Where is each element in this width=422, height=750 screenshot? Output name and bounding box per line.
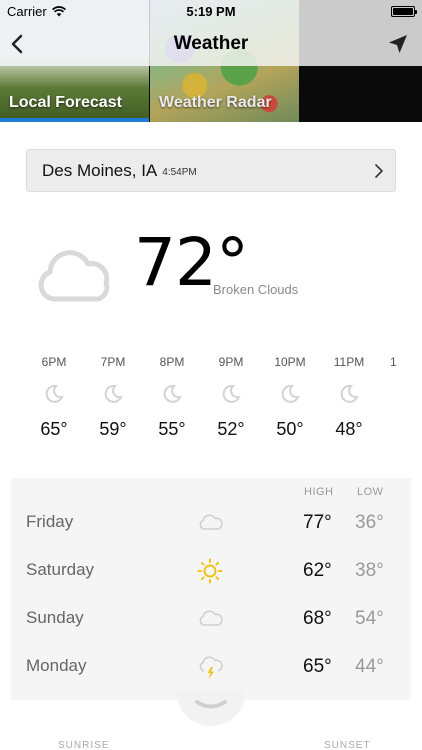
moon-icon [340,384,359,403]
navigation-bar: Weather [0,22,422,66]
day-name: Saturday [26,560,95,579]
moon-icon [45,384,64,403]
daily-row: Saturday 62° 38° [11,548,411,596]
hour-temp: 52° [217,419,245,439]
daily-forecast: HIGH LOW Friday 77° 36° Saturday 62° 38°… [11,478,411,700]
tab-weather-radar[interactable]: Weather Radar [150,66,299,122]
hour-time: 8PM [159,355,185,369]
hourly-forecast[interactable]: 6PM 65° 7PM 59° 8PM 55° 9PM 52° 10PM 50°… [0,355,422,450]
hourly-item-partial: 1 [378,355,422,373]
hourly-item: 7PM 59° [83,355,143,440]
hourly-item: 6PM 65° [24,355,84,440]
location-selector[interactable]: Des Moines, IA 4:54PM [26,149,396,192]
moon-icon [163,384,182,403]
expand-daily-button[interactable] [176,690,246,726]
hourly-item: 9PM 52° [201,355,261,440]
cloud-icon [38,250,110,302]
tab-local-forecast[interactable]: Local Forecast [0,66,149,122]
sunrise-label: SUNRISE [58,740,110,750]
wifi-icon [51,5,66,16]
day-low: 44° [355,656,384,677]
hour-temp: 65° [40,419,68,439]
day-low: 54° [355,608,384,629]
selected-tab-indicator [0,118,149,122]
hour-time: 10PM [274,355,306,369]
hourly-item: 10PM 50° [260,355,320,440]
daily-row: Friday 77° 36° [11,500,411,548]
moon-icon [104,384,123,403]
cloud-icon [199,514,223,530]
current-condition: Broken Clouds [213,282,299,297]
hour-temp: 55° [158,419,186,439]
chevron-right-icon [375,164,383,178]
day-high: 68° [303,608,332,629]
location-arrow-icon[interactable] [386,32,410,56]
page-title: Weather [173,33,249,54]
day-low: 38° [355,560,384,581]
location-city: Des Moines, IA [42,160,158,180]
tab-local-forecast-label: Local Forecast [9,94,122,111]
day-name: Monday [26,656,87,675]
hour-time: 1 [390,355,397,369]
low-column-header: LOW [357,486,384,498]
battery-icon [391,5,417,17]
carrier-label: Carrier [7,3,47,19]
cloud-icon [199,610,223,626]
moon-icon [222,384,241,403]
location-time: 4:54PM [162,166,197,178]
sunset-label: SUNSET [324,740,371,750]
day-low: 36° [355,512,384,533]
high-column-header: HIGH [304,486,334,498]
moon-icon [281,384,300,403]
day-name: Friday [26,512,74,531]
thunderstorm-icon [199,656,223,679]
chevron-down-icon [195,700,227,709]
tab-weather-radar-label: Weather Radar [159,94,272,111]
hourly-item: 11PM 48° [319,355,379,440]
hour-temp: 50° [276,419,304,439]
day-high: 65° [303,656,332,677]
back-chevron-icon[interactable] [6,32,30,56]
day-high: 62° [303,560,332,581]
status-bar: Carrier 5:19 PM [0,0,422,22]
hour-time: 7PM [100,355,126,369]
hour-time: 9PM [218,355,244,369]
day-high: 77° [303,512,332,533]
hour-temp: 59° [99,419,127,439]
sun-icon [197,558,223,584]
hourly-item: 8PM 55° [142,355,202,440]
daily-row: Monday 65° 44° [11,644,411,692]
hour-time: 6PM [41,355,67,369]
hour-temp: 48° [335,419,363,439]
daily-row: Sunday 68° 54° [11,596,411,644]
day-name: Sunday [26,608,84,627]
hour-time: 11PM [333,355,365,369]
